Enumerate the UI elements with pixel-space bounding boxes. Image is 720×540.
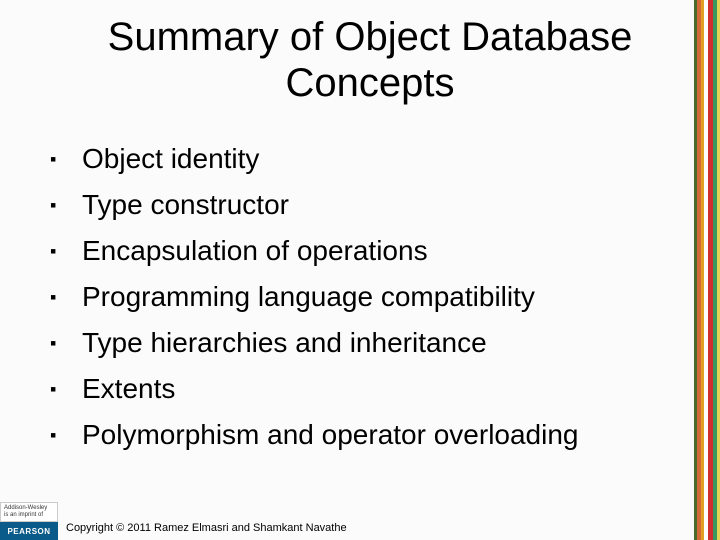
bullet-icon: ▪ [50, 324, 64, 362]
bullet-icon: ▪ [50, 140, 64, 178]
bullet-text: Polymorphism and operator overloading [82, 416, 579, 454]
list-item: ▪ Extents [50, 370, 670, 408]
slide-title: Summary of Object Database Concepts [60, 14, 680, 106]
publisher-logo: Addison-Wesley is an imprint of PEARSON [0, 502, 58, 540]
list-item: ▪ Type constructor [50, 186, 670, 224]
bullet-text: Type hierarchies and inheritance [82, 324, 487, 362]
logo-brand: PEARSON [0, 522, 58, 540]
list-item: ▪ Programming language compatibility [50, 278, 670, 316]
slide: Summary of Object Database Concepts ▪ Ob… [0, 0, 720, 540]
copyright-text: Copyright © 2011 Ramez Elmasri and Shamk… [66, 522, 347, 534]
list-item: ▪ Polymorphism and operator overloading [50, 416, 670, 454]
logo-imprint: Addison-Wesley is an imprint of [0, 502, 58, 522]
bullet-text: Encapsulation of operations [82, 232, 428, 270]
bullet-icon: ▪ [50, 370, 64, 408]
bullet-text: Object identity [82, 140, 259, 178]
list-item: ▪ Object identity [50, 140, 670, 178]
list-item: ▪ Type hierarchies and inheritance [50, 324, 670, 362]
bullet-icon: ▪ [50, 186, 64, 224]
bullet-text: Programming language compatibility [82, 278, 535, 316]
logo-line2: is an imprint of [4, 512, 57, 519]
logo-line1: Addison-Wesley [4, 505, 57, 512]
bullet-list: ▪ Object identity ▪ Type constructor ▪ E… [50, 140, 670, 462]
bullet-text: Extents [82, 370, 175, 408]
bullet-icon: ▪ [50, 416, 64, 454]
bullet-icon: ▪ [50, 232, 64, 270]
list-item: ▪ Encapsulation of operations [50, 232, 670, 270]
bullet-icon: ▪ [50, 278, 64, 316]
bullet-text: Type constructor [82, 186, 289, 224]
footer: Addison-Wesley is an imprint of PEARSON … [0, 502, 720, 540]
decorative-stripes [694, 0, 720, 540]
